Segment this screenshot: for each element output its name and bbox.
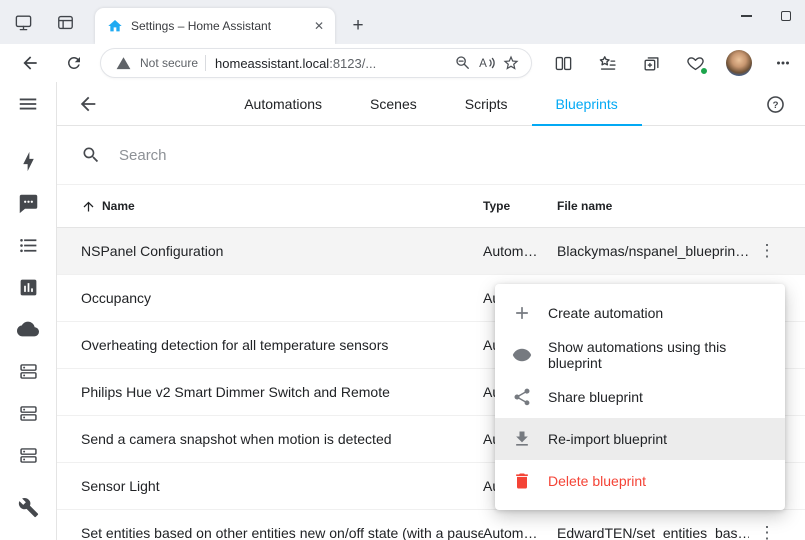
url-text: homeassistant.local:8123/... [215, 56, 451, 71]
browser-more-options-icon[interactable] [767, 47, 799, 79]
svg-text:A: A [479, 57, 487, 70]
row-overflow-button[interactable]: ⋮ [749, 515, 785, 540]
toolbar-right-icons [547, 47, 799, 79]
column-header-type[interactable]: Type [483, 199, 557, 213]
split-screen-icon[interactable] [547, 47, 579, 79]
menu-item-create-automation[interactable]: Create automation [495, 292, 785, 334]
sidebar-chat-icon[interactable] [7, 182, 49, 224]
browser-back-button[interactable] [14, 47, 46, 79]
row-name: NSPanel Configuration [57, 243, 483, 259]
tab-title: Settings – Home Assistant [131, 19, 301, 33]
sidebar-wrench-icon[interactable] [7, 486, 49, 528]
column-header-file[interactable]: File name [557, 199, 749, 213]
blueprint-context-menu: Create automation Show automations using… [495, 284, 785, 510]
row-file: Blackymas/nspanel_blueprin… [557, 243, 749, 259]
url-path: :8123/... [329, 56, 376, 71]
profile-avatar[interactable] [723, 47, 755, 79]
menu-item-reimport-blueprint[interactable]: Re-import blueprint [495, 418, 785, 460]
menu-item-label: Share blueprint [548, 389, 643, 405]
menu-item-label: Show automations using this blueprint [548, 339, 771, 371]
sidebar-chart-icon[interactable] [7, 266, 49, 308]
trash-icon [511, 470, 533, 492]
browser-toolbar: Not secure homeassistant.local:8123/... … [0, 44, 805, 82]
tab-actions-icon[interactable] [48, 5, 82, 39]
menu-item-delete-blueprint[interactable]: Delete blueprint [495, 460, 785, 502]
download-icon [511, 428, 533, 450]
menu-item-label: Create automation [548, 305, 663, 321]
sidebar-menu-icon[interactable] [0, 82, 57, 126]
table-row[interactable]: NSPanel Configuration Autom… Blackymas/n… [57, 228, 805, 275]
row-name: Sensor Light [57, 478, 483, 494]
sidebar-server-icon-3[interactable] [7, 434, 49, 476]
tab-close-icon[interactable]: ✕ [309, 16, 329, 36]
menu-item-label: Delete blueprint [548, 473, 646, 489]
menu-item-show-automations[interactable]: Show automations using this blueprint [495, 334, 785, 376]
ha-back-arrow-icon[interactable] [72, 88, 104, 120]
row-name: Set entities based on other entities new… [57, 525, 483, 540]
favorites-icon[interactable] [591, 47, 623, 79]
maximize-icon [781, 11, 791, 21]
sidebar-items [7, 140, 49, 528]
collections-icon[interactable] [635, 47, 667, 79]
tab-scenes[interactable]: Scenes [346, 82, 441, 125]
column-header-name-label: Name [102, 199, 135, 213]
row-name: Philips Hue v2 Smart Dimmer Switch and R… [57, 384, 483, 400]
table-header-row: Name Type File name [57, 185, 805, 228]
browser-tab[interactable]: Settings – Home Assistant ✕ [95, 8, 335, 44]
sidebar-server-icon-2[interactable] [7, 392, 49, 434]
tab-automations[interactable]: Automations [220, 82, 346, 125]
row-file: EdwardTEN/set_entities_bas… [557, 525, 749, 540]
table-row[interactable]: Set entities based on other entities new… [57, 510, 805, 540]
menu-item-label: Re-import blueprint [548, 431, 667, 447]
search-icon [81, 145, 101, 165]
row-overflow-button[interactable]: ⋮ [749, 233, 785, 269]
sidebar-cloud-icon[interactable] [7, 308, 49, 350]
new-tab-button[interactable]: + [344, 12, 372, 40]
row-name: Overheating detection for all temperatur… [57, 337, 483, 353]
tab-blueprints[interactable]: Blueprints [532, 82, 642, 125]
avatar [726, 50, 752, 76]
browser-titlebar: Settings – Home Assistant ✕ + [0, 0, 805, 44]
minimize-button[interactable] [727, 0, 766, 31]
search-bar[interactable] [57, 126, 805, 185]
address-bar[interactable]: Not secure homeassistant.local:8123/... … [100, 48, 532, 78]
plus-icon [511, 302, 533, 324]
menu-item-share-blueprint[interactable]: Share blueprint [495, 376, 785, 418]
ha-sidebar [0, 82, 57, 540]
read-aloud-icon[interactable]: A [475, 51, 499, 75]
browser-essentials-icon[interactable] [679, 47, 711, 79]
window-controls [727, 0, 805, 31]
row-name: Occupancy [57, 290, 483, 306]
row-type: Autom… [483, 525, 557, 540]
not-secure-warning-icon[interactable] [111, 51, 135, 75]
sidebar-lightning-icon[interactable] [7, 140, 49, 182]
security-label: Not secure [140, 56, 198, 70]
ha-nav-tabs: Automations Scenes Scripts Blueprints [57, 82, 805, 125]
address-separator [205, 55, 206, 71]
row-type: Autom… [483, 243, 557, 259]
minimize-icon [741, 15, 752, 17]
search-input[interactable] [119, 147, 805, 164]
row-name: Send a camera snapshot when motion is de… [57, 431, 483, 447]
tab-scripts[interactable]: Scripts [441, 82, 532, 125]
refresh-icon[interactable] [58, 47, 90, 79]
zoom-icon[interactable] [451, 51, 475, 75]
sidebar-server-icon-1[interactable] [7, 350, 49, 392]
home-assistant-favicon [107, 18, 123, 34]
ha-header: Automations Scenes Scripts Blueprints ? [57, 82, 805, 126]
sort-arrow-up-icon [81, 199, 96, 214]
workspaces-icon[interactable] [6, 5, 40, 39]
help-icon[interactable]: ? [759, 88, 791, 120]
url-host: homeassistant.local [215, 56, 329, 71]
svg-text:?: ? [772, 100, 778, 111]
column-header-name[interactable]: Name [57, 199, 483, 214]
browser-window: Settings – Home Assistant ✕ + Not secure… [0, 0, 805, 540]
sidebar-list-icon[interactable] [7, 224, 49, 266]
eye-icon [511, 344, 533, 366]
share-icon [511, 386, 533, 408]
favorite-star-icon[interactable] [499, 51, 523, 75]
status-green-dot [699, 66, 709, 76]
maximize-button[interactable] [766, 0, 805, 31]
